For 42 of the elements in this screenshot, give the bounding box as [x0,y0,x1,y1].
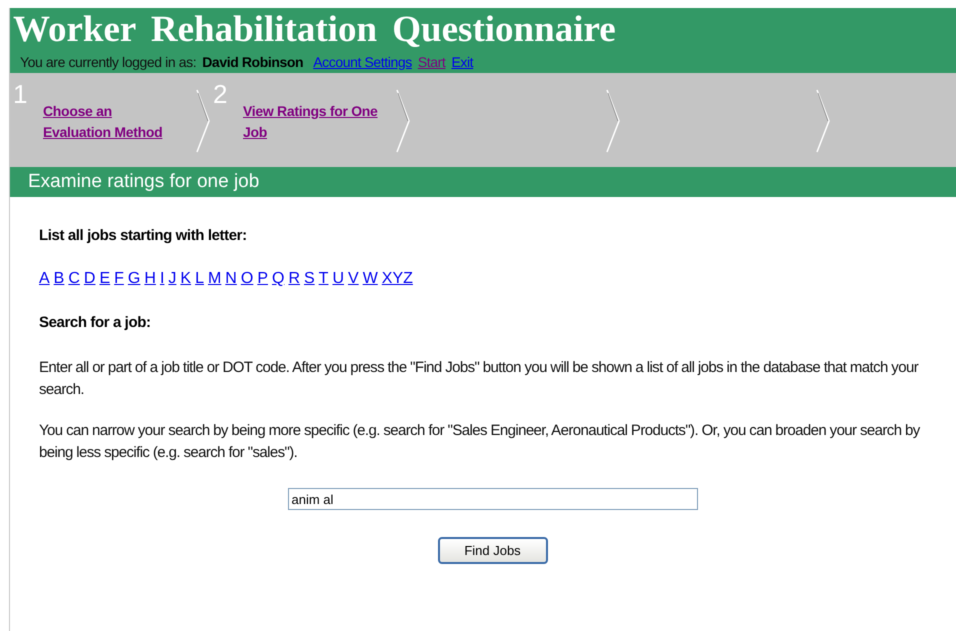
search-field[interactable]: anim al [288,488,698,510]
letter-link[interactable]: W [362,270,378,288]
letter-link[interactable]: F [114,270,124,288]
section-title: Examine ratings for one job [10,167,956,197]
letter-link[interactable]: J [168,270,176,288]
instruction-text: You can narrow your search by being more specific (e.g. search for "Sales Engineer, Aeronautical Products"). Or, you can broaden your search by being less specific (e.g. search for "sales"). [39,421,922,463]
letter-link[interactable]: V [348,270,359,288]
letter-link[interactable]: Q [272,270,284,288]
letter-link[interactable]: O [240,270,254,288]
user-name: David Robinson [202,54,304,70]
letter-link[interactable]: T [318,270,328,288]
chevron-icon [816,89,830,153]
app-title: Worker Rehabilitation Questionnaire [13,10,616,50]
letter-link[interactable]: M [208,270,222,288]
letter-link[interactable]: H [144,270,156,288]
letter-link[interactable]: I [160,270,164,288]
find-jobs-button[interactable]: Find Jobs [438,537,548,564]
instruction-text: Enter all or part of a job title or DOT code. After you press the "Find Jobs" button you will be shown a list of all jobs in the database that match your search. [39,358,920,400]
chevron-icon [396,89,410,153]
letter-link[interactable]: A [39,270,50,288]
letter-link[interactable]: D [84,270,96,288]
step-number: 1 [12,78,28,111]
letter-link[interactable]: C [68,270,80,288]
letter-link[interactable]: XYZ [382,270,413,288]
letter-link[interactable]: K [180,270,192,288]
letter-link[interactable]: S [304,270,315,288]
login-label: You are currently logged in as: [20,54,196,70]
letter-link[interactable]: N [225,270,237,288]
letter-link[interactable]: G [128,270,140,288]
chevron-icon [606,89,620,153]
search-heading: Search for a job: [39,314,152,331]
letter-link[interactable]: R [288,270,300,288]
letter-link[interactable]: L [195,270,204,288]
step-link[interactable]: Choose an Evaluation Method [43,101,183,143]
chevron-icon [196,89,210,153]
letter-link[interactable]: P [257,270,268,288]
letter-heading: List all jobs starting with letter: [39,227,248,244]
letter-link[interactable]: B [54,270,64,288]
step-link[interactable]: View Ratings for One Job [243,101,383,143]
letter-link[interactable]: U [332,270,344,288]
step-number: 2 [212,78,228,111]
letter-link[interactable]: E [99,270,110,288]
